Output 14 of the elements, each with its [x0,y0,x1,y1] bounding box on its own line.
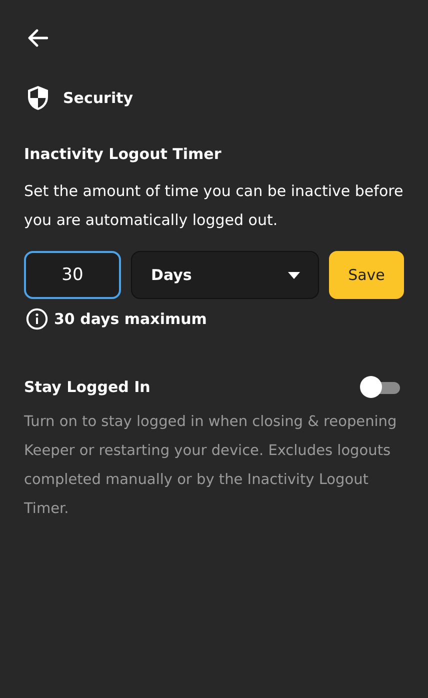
setting-label: Stay Logged In [24,378,150,396]
save-button[interactable]: Save [329,251,404,299]
back-arrow-icon [28,29,48,47]
setting-description: Turn on to stay logged in when closing & reopening Keeper or restarting your device. Excludes logouts completed manually or by the Inactivity Logout Timer. [24,413,398,519]
timer-heading: Inactivity Logout Timer [24,145,222,163]
unit-dropdown[interactable]: Days [131,251,319,299]
stay-logged-in-toggle[interactable] [360,376,400,398]
timer-description: Set the amount of time you can be inactive before you are automatically logged out. [24,181,404,231]
shield-icon [27,85,49,111]
caret-icon [288,272,300,278]
hint-text: 30 days maximum [54,310,207,328]
info-icon [26,308,48,330]
section-title: Security [63,89,134,107]
amount-field[interactable]: 30 [24,251,121,299]
